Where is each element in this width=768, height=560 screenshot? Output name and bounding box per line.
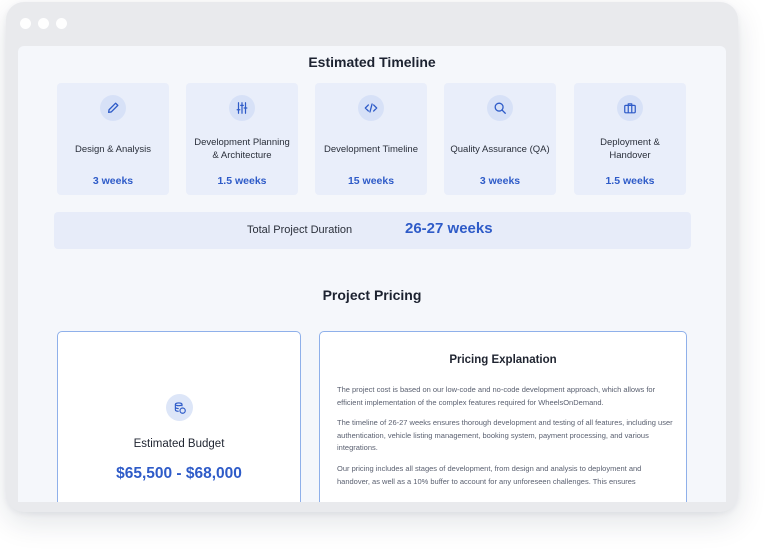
sliders-icon (229, 95, 255, 121)
phase-card-development: Development Timeline 15 weeks (315, 83, 427, 195)
pricing-explanation-body: The project cost is based on our low-cod… (337, 384, 673, 496)
search-icon (487, 95, 513, 121)
briefcase-icon (617, 95, 643, 121)
phase-duration: 1.5 weeks (605, 175, 655, 187)
phase-card-design: Design & Analysis 3 weeks (57, 83, 169, 195)
phase-label: Design & Analysis (74, 143, 152, 155)
page-content: Estimated Timeline Design & Analysis 3 w… (18, 46, 726, 502)
coins-icon (166, 394, 193, 421)
phase-label: Deployment & Handover (600, 137, 660, 161)
browser-window: Estimated Timeline Design & Analysis 3 w… (6, 2, 738, 512)
explanation-paragraph: Our pricing includes all stages of devel… (337, 463, 642, 486)
pricing-explanation-card: Pricing Explanation The project cost is … (319, 331, 687, 502)
budget-label: Estimated Budget (133, 438, 225, 450)
explanation-paragraph: The project cost is based on our low-cod… (337, 385, 656, 407)
timeline-title: Estimated Timeline (308, 54, 436, 70)
budget-value: $65,500 - $68,000 (116, 465, 242, 482)
timeline-cards: Design & Analysis 3 weeks Development Pl… (57, 83, 687, 196)
total-duration-label: Total Project Duration (247, 224, 353, 236)
code-icon (358, 95, 384, 121)
phase-card-qa: Quality Assurance (QA) 3 weeks (444, 83, 556, 195)
explanation-paragraph: The timeline of 26-27 weeks ensures thor… (337, 418, 673, 453)
phase-duration: 3 weeks (92, 175, 134, 187)
phase-card-planning: Development Planning & Architecture 1.5 … (186, 83, 298, 195)
window-maximize-dot[interactable] (56, 18, 67, 29)
phase-duration: 15 weeks (347, 175, 395, 187)
phase-label: Development Timeline (324, 143, 418, 155)
phase-card-deployment: Deployment & Handover 1.5 weeks (574, 83, 686, 195)
budget-card: Estimated Budget $65,500 - $68,000 (57, 331, 301, 502)
phase-duration: 1.5 weeks (217, 175, 267, 187)
pricing-title: Project Pricing (322, 287, 422, 303)
phase-duration: 3 weeks (479, 175, 521, 187)
pricing-explanation-title: Pricing Explanation (449, 354, 557, 366)
pen-icon (100, 95, 126, 121)
window-controls (20, 18, 67, 29)
phase-label: Quality Assurance (QA) (450, 143, 550, 155)
window-close-dot[interactable] (20, 18, 31, 29)
total-duration-bar: Total Project Duration 26-27 weeks (54, 212, 691, 249)
window-minimize-dot[interactable] (38, 18, 49, 29)
total-duration-value: 26-27 weeks (405, 220, 493, 237)
phase-label: Development Planning & Architecture (194, 137, 290, 161)
